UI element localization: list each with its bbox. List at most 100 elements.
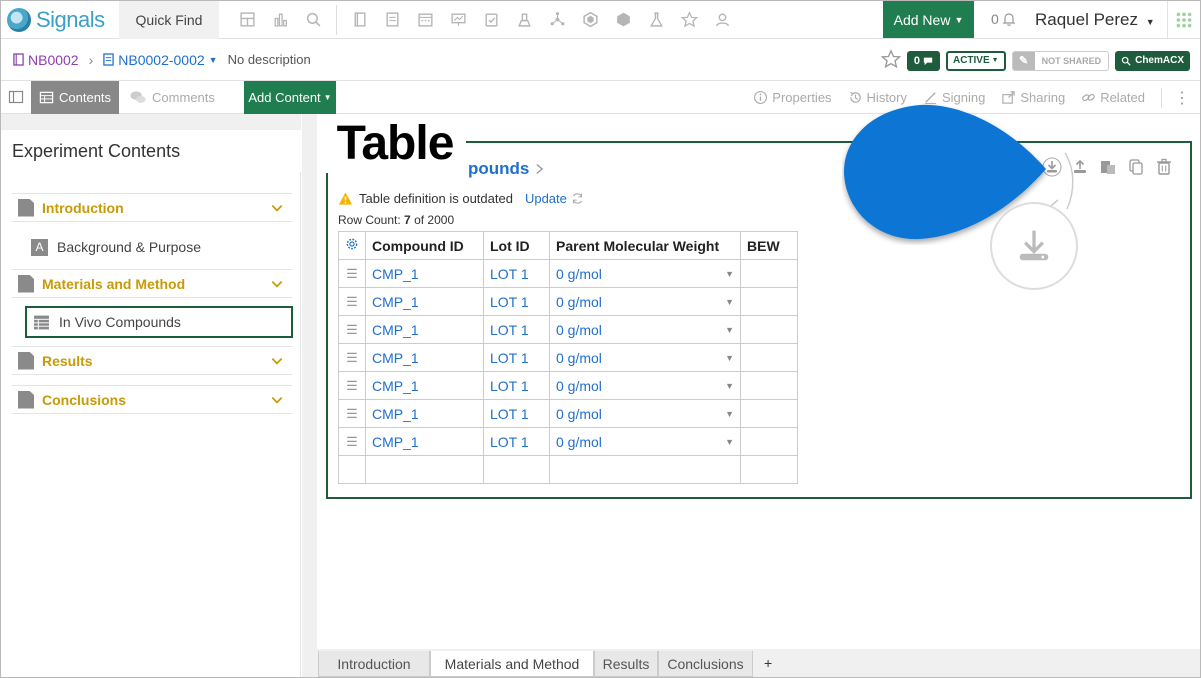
sidebar-section-conclusions[interactable]: Conclusions — [12, 385, 292, 414]
user-menu[interactable]: Raquel Perez ▼ — [1035, 10, 1155, 30]
search-icon[interactable] — [297, 1, 330, 39]
trash-icon[interactable] — [1154, 157, 1174, 177]
breadcrumb-experiment[interactable]: NB0002-0002 ▼ — [103, 52, 218, 68]
tab-materials-and-method[interactable]: Materials and Method — [430, 651, 594, 677]
apps-grid-button[interactable] — [1167, 1, 1200, 38]
column-header[interactable]: BEW — [740, 231, 798, 260]
bew-cell[interactable] — [740, 427, 798, 456]
flask-icon[interactable] — [640, 1, 673, 39]
lot-id-cell[interactable]: LOT 1 — [483, 259, 550, 288]
column-header[interactable]: Lot ID — [483, 231, 550, 260]
presentation-icon[interactable] — [442, 1, 475, 39]
bew-cell[interactable] — [740, 287, 798, 316]
empty-cell[interactable] — [365, 455, 484, 484]
row-drag-handle-icon[interactable]: ☰ — [338, 427, 366, 456]
lot-id-cell[interactable]: LOT 1 — [483, 315, 550, 344]
app-logo[interactable]: Signals — [1, 1, 119, 39]
breadcrumb-notebook[interactable]: NB0002 — [13, 52, 79, 68]
calendar-icon[interactable] — [409, 1, 442, 39]
column-header[interactable]: Parent Molecular Weight — [549, 231, 741, 260]
compound-id-cell[interactable]: CMP_1 — [365, 399, 484, 428]
molecular-weight-cell[interactable]: 0 g/mol ▼ — [549, 287, 741, 316]
notebook-icon[interactable] — [343, 1, 376, 39]
molecule-icon[interactable] — [541, 1, 574, 39]
table-row[interactable]: ☰ CMP_1 LOT 1 0 g/mol ▼ — [338, 399, 798, 428]
hexagon-icon[interactable] — [574, 1, 607, 39]
table-title[interactable]: pounds — [468, 159, 544, 179]
row-drag-handle-icon[interactable]: ☰ — [338, 287, 366, 316]
caret-down-icon[interactable]: ▼ — [725, 381, 734, 391]
molecular-weight-cell[interactable]: 0 g/mol ▼ — [549, 259, 741, 288]
table-row[interactable]: ☰ CMP_1 LOT 1 0 g/mol ▼ — [338, 343, 798, 372]
add-new-button[interactable]: Add New ▼ — [883, 1, 974, 38]
molecular-weight-cell[interactable]: 0 g/mol ▼ — [549, 315, 741, 344]
table-row-empty[interactable] — [338, 455, 798, 484]
lot-id-cell[interactable]: LOT 1 — [483, 427, 550, 456]
add-tab-button[interactable]: + — [764, 655, 772, 671]
bew-cell[interactable] — [740, 259, 798, 288]
lot-id-cell[interactable]: LOT 1 — [483, 287, 550, 316]
empty-cell[interactable] — [549, 455, 741, 484]
users-icon[interactable] — [706, 1, 739, 39]
caret-down-icon[interactable]: ▼ — [725, 297, 734, 307]
empty-cell[interactable] — [483, 455, 550, 484]
favorites-star-icon[interactable] — [673, 1, 706, 39]
row-drag-handle-icon[interactable]: ☰ — [338, 371, 366, 400]
row-drag-handle-icon[interactable]: ☰ — [338, 399, 366, 428]
molecular-weight-cell[interactable]: 0 g/mol ▼ — [549, 427, 741, 456]
add-content-button[interactable]: Add Content ▼ — [244, 81, 336, 114]
molecular-weight-cell[interactable]: 0 g/mol ▼ — [549, 399, 741, 428]
tab-introduction[interactable]: Introduction — [318, 651, 430, 677]
table-row[interactable]: ☰ CMP_1 LOT 1 0 g/mol ▼ — [338, 287, 798, 316]
row-drag-handle-icon[interactable]: ☰ — [338, 315, 366, 344]
properties-button[interactable]: Properties — [753, 90, 832, 105]
compound-id-cell[interactable]: CMP_1 — [365, 427, 484, 456]
bar-chart-icon[interactable] — [264, 1, 297, 39]
experiment-icon[interactable] — [376, 1, 409, 39]
sidebar-item-background[interactable]: A Background & Purpose — [31, 232, 291, 262]
sidebar-item-in-vivo-compounds[interactable]: In Vivo Compounds — [25, 306, 293, 338]
compound-id-cell[interactable]: CMP_1 — [365, 259, 484, 288]
lot-id-cell[interactable]: LOT 1 — [483, 371, 550, 400]
notifications-button[interactable]: 0 — [991, 11, 1017, 27]
bew-cell[interactable] — [740, 399, 798, 428]
empty-cell[interactable] — [338, 455, 366, 484]
table-row[interactable]: ☰ CMP_1 LOT 1 0 g/mol ▼ — [338, 427, 798, 456]
tab-results[interactable]: Results — [594, 651, 658, 677]
compound-id-cell[interactable]: CMP_1 — [365, 287, 484, 316]
favorite-star-icon[interactable] — [880, 49, 902, 72]
sharing-badge[interactable]: ✎ NOT SHARED — [1011, 50, 1110, 71]
lot-id-cell[interactable]: LOT 1 — [483, 343, 550, 372]
caret-down-icon[interactable]: ▼ — [725, 325, 734, 335]
molecular-weight-cell[interactable]: 0 g/mol ▼ — [549, 371, 741, 400]
quick-find-button[interactable]: Quick Find — [119, 0, 219, 39]
tab-conclusions[interactable]: Conclusions — [658, 651, 753, 677]
lab-instrument-icon[interactable] — [508, 1, 541, 39]
column-settings-button[interactable] — [338, 231, 366, 260]
table-row[interactable]: ☰ CMP_1 LOT 1 0 g/mol ▼ — [338, 259, 798, 288]
empty-cell[interactable] — [740, 455, 798, 484]
task-icon[interactable] — [475, 1, 508, 39]
lot-id-cell[interactable]: LOT 1 — [483, 399, 550, 428]
bew-cell[interactable] — [740, 343, 798, 372]
bew-cell[interactable] — [740, 371, 798, 400]
bew-cell[interactable] — [740, 315, 798, 344]
column-header[interactable]: Compound ID — [365, 231, 484, 260]
status-badge[interactable]: ACTIVE ▼ — [945, 50, 1006, 71]
table-row[interactable]: ☰ CMP_1 LOT 1 0 g/mol ▼ — [338, 371, 798, 400]
update-link[interactable]: Update — [525, 191, 584, 206]
sidebar-section-results[interactable]: Results — [12, 346, 292, 375]
comment-count-badge[interactable]: 0 — [906, 50, 940, 71]
molecular-weight-cell[interactable]: 0 g/mol ▼ — [549, 343, 741, 372]
row-drag-handle-icon[interactable]: ☰ — [338, 259, 366, 288]
copy-icon[interactable] — [1126, 157, 1146, 177]
more-options-icon[interactable]: ⋮ — [1161, 87, 1190, 108]
material-icon[interactable] — [607, 1, 640, 39]
experiment-description[interactable]: No description — [228, 52, 311, 67]
related-button[interactable]: Related — [1081, 90, 1145, 105]
row-drag-handle-icon[interactable]: ☰ — [338, 343, 366, 372]
tab-contents[interactable]: Contents — [31, 80, 120, 114]
sidebar-section-introduction[interactable]: Introduction — [12, 193, 292, 222]
panel-toggle-button[interactable] — [1, 81, 31, 114]
compound-id-cell[interactable]: CMP_1 — [365, 343, 484, 372]
